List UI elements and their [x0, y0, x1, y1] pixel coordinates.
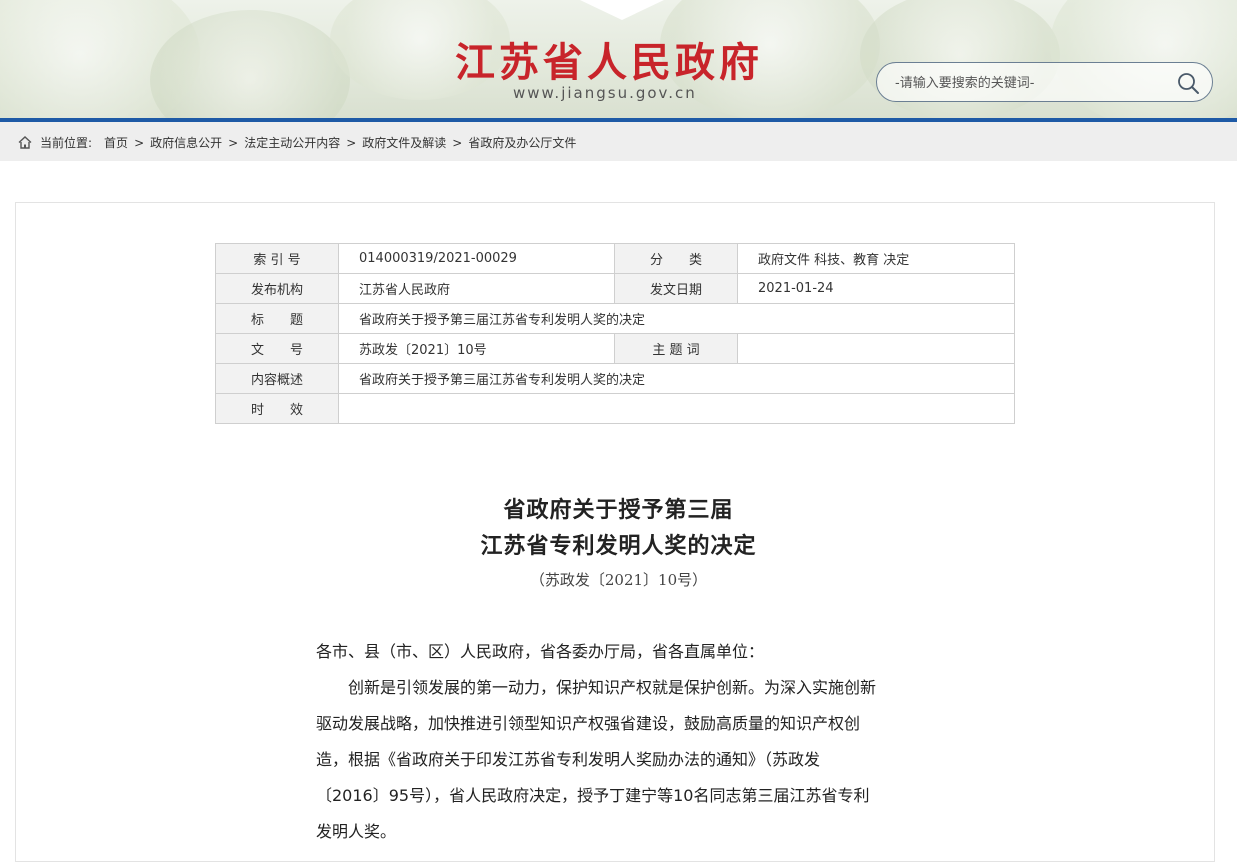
issuer-value: 江苏省人民政府	[338, 273, 615, 304]
document-title-line-1: 省政府关于授予第三届	[503, 497, 734, 523]
body-line: 〔2016〕95号），省人民政府决定，授予丁建宁等10名同志第三届江苏省专利	[316, 786, 870, 805]
breadcrumb-separator: >	[228, 135, 239, 150]
document-number: （苏政发〔2021〕10号）	[529, 571, 708, 589]
home-icon	[18, 136, 32, 149]
summary-value: 省政府关于授予第三届江苏省专利发明人奖的决定	[338, 363, 1015, 394]
breadcrumb-separator: >	[134, 135, 145, 150]
search-icon[interactable]	[1176, 71, 1200, 95]
salutation: 各市、县（市、区）人民政府，省各委办厅局，省各直属单位：	[316, 642, 765, 661]
date-label: 发文日期	[614, 273, 738, 304]
document-body: 各市、县（市、区）人民政府，省各委办厅局，省各直属单位： 创新是引领发展的第一动…	[316, 634, 916, 850]
breadcrumb-separator: >	[346, 135, 357, 150]
table-row: 文 号 苏政发〔2021〕10号 主 题 词	[215, 333, 1015, 364]
breadcrumb-item-statutory[interactable]: 法定主动公开内容	[244, 134, 340, 151]
table-row: 时 效	[215, 393, 1015, 424]
validity-label: 时 效	[215, 393, 339, 424]
table-row: 发布机构 江苏省人民政府 发文日期 2021-01-24	[215, 273, 1015, 304]
title-label: 标 题	[215, 303, 339, 334]
keywords-value	[737, 333, 1015, 364]
issuer-label: 发布机构	[215, 273, 339, 304]
table-row: 标 题 省政府关于授予第三届江苏省专利发明人奖的决定	[215, 303, 1015, 334]
keywords-label: 主 题 词	[614, 333, 738, 364]
search-input[interactable]	[893, 72, 1157, 94]
table-row: 索 引 号 014000319/2021-00029 分 类 政府文件 科技、教…	[215, 243, 1015, 274]
body-line: 发明人奖。	[316, 822, 397, 841]
index-value: 014000319/2021-00029	[338, 243, 615, 274]
index-label: 索 引 号	[215, 243, 339, 274]
breadcrumb: 当前位置: 首页 > 政府信息公开 > 法定主动公开内容 > 政府文件及解读 >…	[0, 122, 1237, 161]
header-notch	[580, 0, 664, 20]
date-value: 2021-01-24	[737, 273, 1015, 304]
category-label: 分 类	[614, 243, 738, 274]
site-header: 江苏省人民政府 www.jiangsu.gov.cn	[0, 0, 1237, 118]
breadcrumb-item-provincial-docs[interactable]: 省政府及办公厅文件	[468, 134, 576, 151]
breadcrumb-item-home[interactable]: 首页	[104, 134, 128, 151]
title-value: 省政府关于授予第三届江苏省专利发明人奖的决定	[338, 303, 1015, 334]
breadcrumb-separator: >	[452, 135, 463, 150]
body-line: 驱动发展战略，加快推进引领型知识产权强省建设，鼓励高质量的知识产权创	[316, 714, 861, 733]
summary-label: 内容概述	[215, 363, 339, 394]
body-line: 创新是引领发展的第一动力，保护知识产权就是保护创新。为深入实施创新	[348, 678, 877, 697]
table-row: 内容概述 省政府关于授予第三届江苏省专利发明人奖的决定	[215, 363, 1015, 394]
docno-label: 文 号	[215, 333, 339, 364]
site-title[interactable]: 江苏省人民政府	[455, 30, 775, 88]
validity-value	[338, 393, 1015, 424]
document-meta-table: 索 引 号 014000319/2021-00029 分 类 政府文件 科技、教…	[215, 243, 1015, 424]
category-value: 政府文件 科技、教育 决定	[737, 243, 1015, 274]
site-url[interactable]: www.jiangsu.gov.cn	[513, 84, 697, 102]
docno-value: 苏政发〔2021〕10号	[338, 333, 615, 364]
body-line: 造，根据《省政府关于印发江苏省专利发明人奖励办法的通知》（苏政发	[316, 750, 821, 769]
document-title-line-2: 江苏省专利发明人奖的决定	[480, 533, 757, 559]
search-box	[876, 62, 1213, 102]
breadcrumb-item-gov-docs[interactable]: 政府文件及解读	[362, 134, 446, 151]
breadcrumb-label: 当前位置:	[40, 136, 93, 150]
breadcrumb-item-gov-info[interactable]: 政府信息公开	[150, 134, 222, 151]
